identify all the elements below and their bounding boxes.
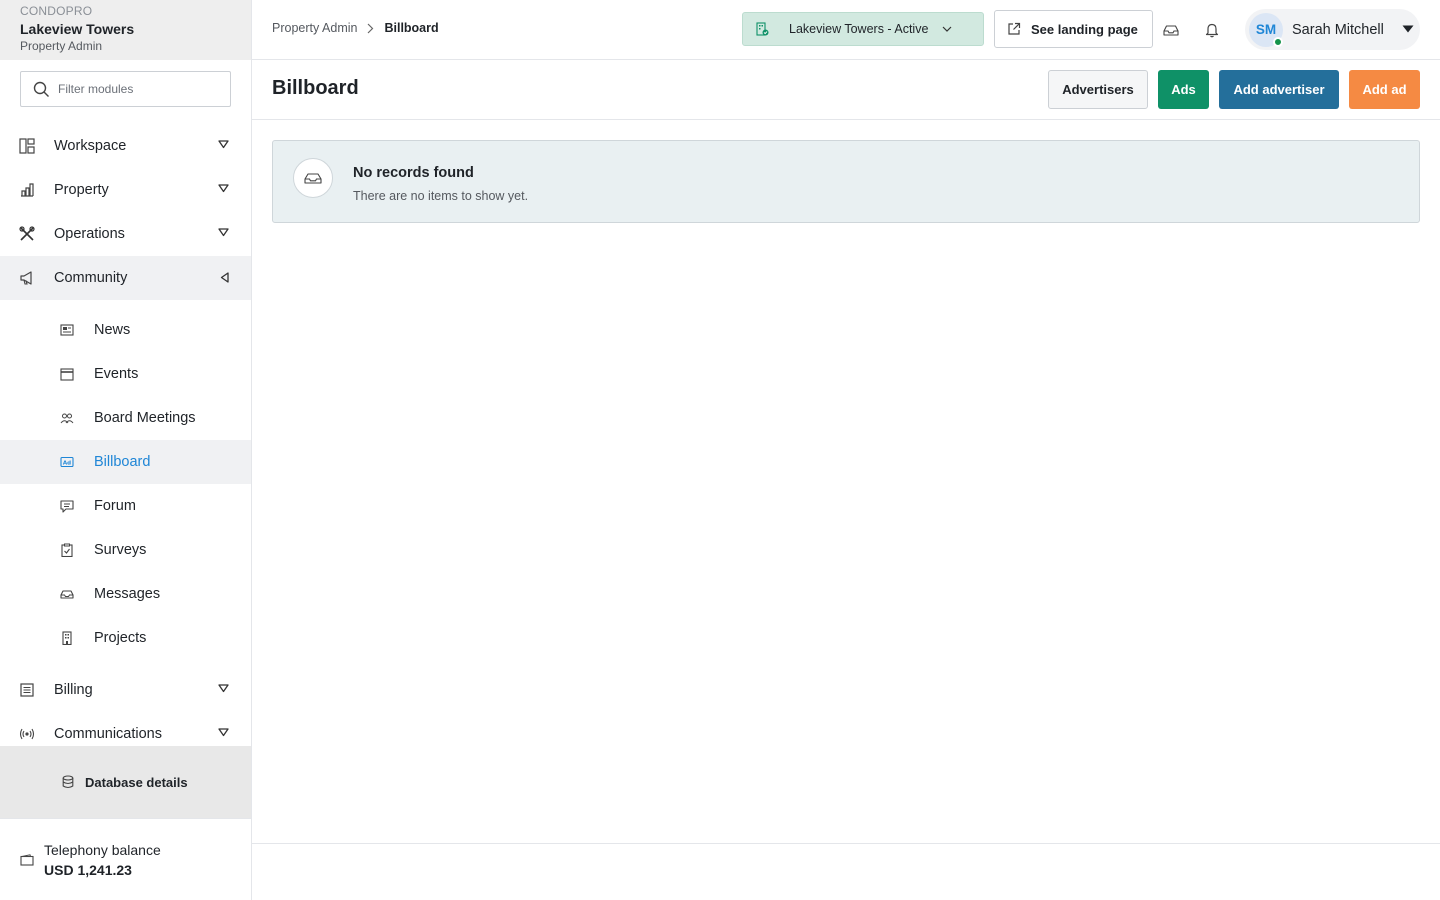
external-link-icon — [1008, 22, 1021, 35]
inbox-button[interactable] — [1159, 18, 1183, 42]
sidebar-item-workspace[interactable]: Workspace — [0, 124, 251, 168]
sidebar-item-label: Operations — [54, 226, 125, 242]
newspaper-icon — [60, 323, 74, 337]
filter-modules-field[interactable] — [20, 71, 231, 107]
page-title: Billboard — [272, 77, 359, 99]
sidebar-subitem-surveys[interactable]: Surveys — [0, 528, 251, 572]
chat-icon — [60, 499, 74, 513]
see-landing-page-button[interactable]: See landing page — [994, 10, 1153, 48]
property-select-value: Lakeview Towers - Active — [789, 22, 929, 36]
footer-divider — [252, 843, 1440, 844]
sidebar-subitem-label: Projects — [94, 630, 147, 646]
caret-down-icon — [1402, 25, 1414, 33]
clipboard-icon — [60, 543, 74, 557]
database-icon — [62, 775, 74, 789]
sidebar-subitem-label: Forum — [94, 498, 136, 514]
caret-down-icon — [218, 184, 229, 193]
brand-header: CONDOPRO Lakeview Towers Property Admin — [0, 0, 251, 60]
empty-state-icon-wrap — [293, 158, 333, 198]
ads-button[interactable]: Ads — [1158, 70, 1209, 109]
notifications-button[interactable] — [1200, 18, 1224, 42]
telephony-balance: Telephony balance USD 1,241.23 — [0, 818, 251, 900]
sidebar-subitem-projects[interactable]: Projects — [0, 616, 251, 660]
sidebar-item-label: Workspace — [54, 138, 127, 154]
avatar-initials: SM — [1255, 22, 1277, 37]
sidebar-item-label: Billing — [54, 682, 93, 698]
chevron-right-icon — [367, 23, 374, 34]
office-building-icon — [60, 631, 74, 645]
topbar: Property Admin Billboard Lakeview Towers… — [252, 0, 1440, 60]
user-menu[interactable]: SM Sarah Mitchell — [1245, 9, 1420, 50]
sidebar-subitem-label: Board Meetings — [94, 410, 196, 426]
sidebar: CONDOPRO Lakeview Towers Property Admin … — [0, 0, 252, 900]
caret-left-icon — [220, 272, 229, 283]
add-advertiser-button[interactable]: Add advertiser — [1219, 70, 1339, 109]
add-ad-button[interactable]: Add ad — [1349, 70, 1420, 109]
building-status-icon — [756, 22, 769, 36]
see-landing-page-label: See landing page — [1031, 21, 1138, 37]
page-header: Billboard Advertisers Ads Add advertiser… — [252, 60, 1440, 120]
ledger-icon — [19, 682, 35, 698]
property-select[interactable]: Lakeview Towers - Active — [742, 12, 984, 46]
sidebar-subitem-label: Billboard — [94, 454, 151, 470]
bell-icon — [1205, 23, 1219, 38]
database-details-label: Database details — [85, 774, 188, 790]
chevron-down-icon — [942, 26, 952, 32]
online-status-indicator — [1273, 36, 1283, 47]
telephony-balance-label: Telephony balance — [44, 841, 161, 858]
sidebar-subitem-label: Surveys — [94, 542, 147, 558]
community-submenu: News Events Board Meetings Ad Billboard — [0, 300, 251, 668]
megaphone-icon — [19, 270, 35, 286]
caret-down-icon — [218, 728, 229, 737]
property-name: Lakeview Towers — [20, 21, 135, 37]
caret-down-icon — [218, 684, 229, 693]
sidebar-subitem-board-meetings[interactable]: Board Meetings — [0, 396, 251, 440]
caret-down-icon — [218, 228, 229, 237]
app-name: CONDOPRO — [20, 4, 93, 18]
empty-state: No records found There are no items to s… — [272, 140, 1420, 223]
user-name: Sarah Mitchell — [1292, 21, 1384, 38]
filter-modules-input[interactable] — [58, 82, 218, 96]
empty-state-title: No records found — [353, 165, 474, 181]
tools-icon — [19, 226, 35, 242]
advertisers-button[interactable]: Advertisers — [1048, 70, 1148, 109]
breadcrumb-current: Billboard — [384, 21, 439, 35]
inbox-icon — [1163, 25, 1179, 36]
caret-down-icon — [218, 140, 229, 149]
sidebar-subitem-label: News — [94, 322, 131, 338]
inbox-icon — [304, 173, 322, 184]
breadcrumb-link-property-admin[interactable]: Property Admin — [272, 21, 357, 35]
sidebar-item-community[interactable]: Community — [0, 256, 251, 300]
svg-text:Ad: Ad — [63, 461, 71, 467]
ad-icon: Ad — [60, 455, 74, 469]
sidebar-item-property[interactable]: Property — [0, 168, 251, 212]
calendar-icon — [60, 367, 74, 381]
sidebar-subitem-label: Events — [94, 366, 139, 382]
wallet-icon — [20, 853, 34, 866]
search-icon — [33, 81, 49, 97]
breadcrumb: Property Admin Billboard — [272, 21, 439, 35]
sidebar-item-billing[interactable]: Billing — [0, 668, 251, 712]
broadcast-icon — [19, 726, 35, 742]
sidebar-subitem-forum[interactable]: Forum — [0, 484, 251, 528]
sidebar-subitem-billboard[interactable]: Ad Billboard — [0, 440, 251, 484]
sidebar-subitem-label: Messages — [94, 586, 161, 602]
sidebar-subitem-messages[interactable]: Messages — [0, 572, 251, 616]
sidebar-item-operations[interactable]: Operations — [0, 212, 251, 256]
sidebar-subitem-events[interactable]: Events — [0, 352, 251, 396]
building-chart-icon — [19, 182, 35, 198]
sidebar-subitem-news[interactable]: News — [0, 308, 251, 352]
avatar: SM — [1249, 12, 1283, 47]
sidebar-item-label: Communications — [54, 726, 162, 742]
empty-state-description: There are no items to show yet. — [353, 189, 529, 203]
grid-icon — [19, 138, 35, 154]
sidebar-item-label: Property — [54, 182, 109, 198]
inbox-icon — [60, 587, 74, 601]
telephony-balance-value: USD 1,241.23 — [44, 861, 132, 878]
user-role: Property Admin — [20, 39, 103, 53]
database-details-button[interactable]: Database details — [0, 746, 251, 818]
sidebar-item-label: Community — [54, 270, 128, 286]
sidebar-nav: Workspace Property Operations Community — [0, 124, 251, 756]
people-icon — [60, 411, 74, 425]
